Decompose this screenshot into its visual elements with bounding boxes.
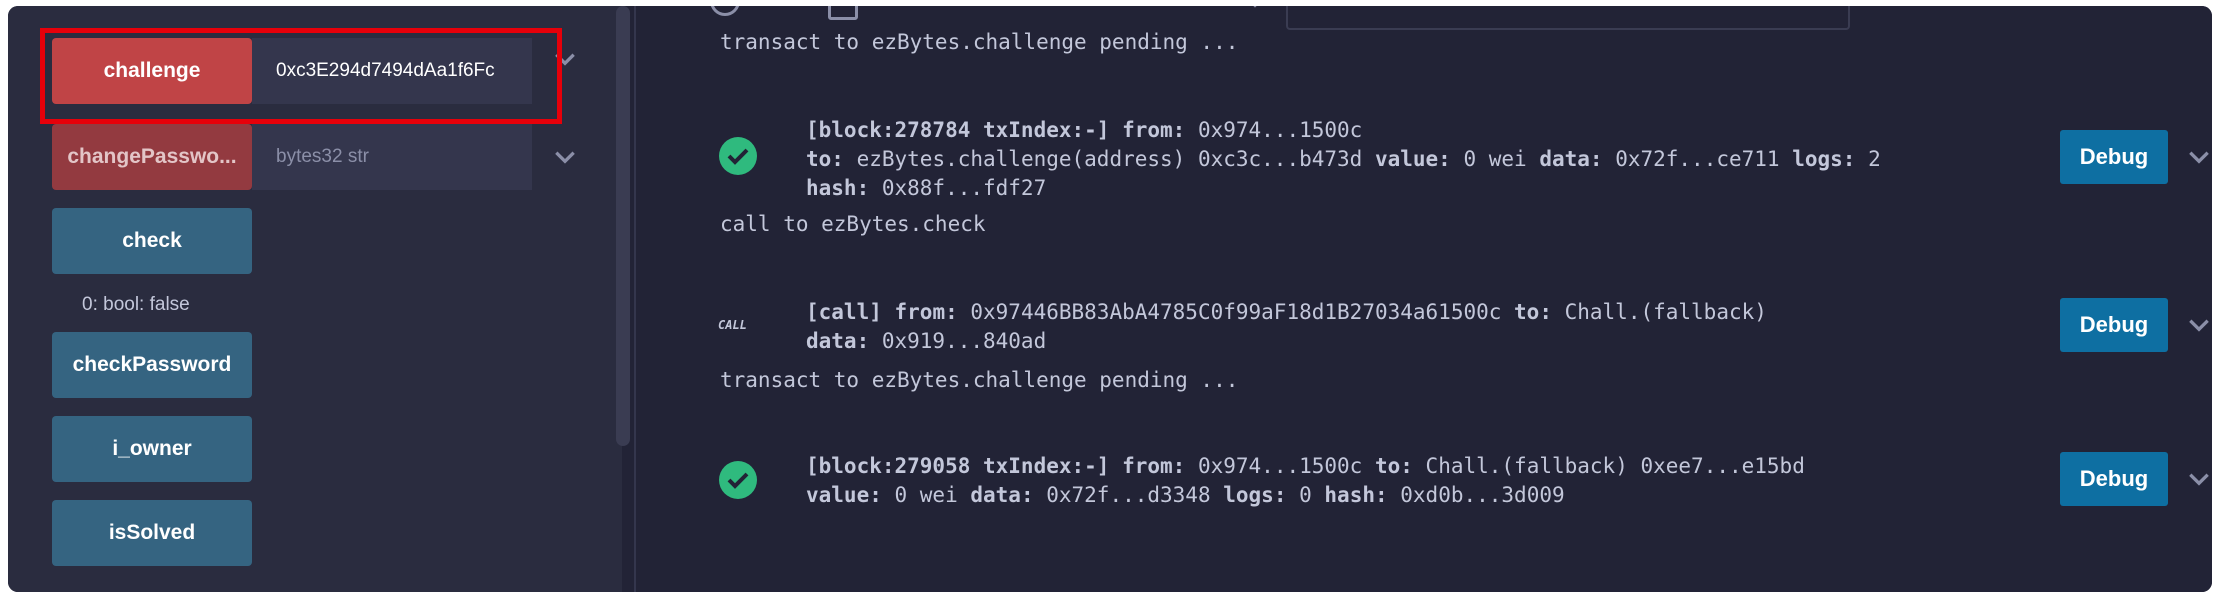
tx-detail-line: value: 0 wei data: 0x72f...d3348 logs: 0… bbox=[806, 481, 1805, 510]
tx-field-key: [block:279058 txIndex:-] bbox=[806, 454, 1110, 478]
tx-field-key: logs: bbox=[1792, 147, 1856, 171]
check-button[interactable]: check bbox=[52, 208, 252, 274]
tx-field-value: 0 wei bbox=[881, 483, 971, 507]
tx-field-key: from: bbox=[1122, 118, 1186, 142]
tx-field-key: to: bbox=[806, 147, 844, 171]
tx-field-key: from: bbox=[894, 300, 958, 324]
tx-entry-details: [block:278784 txIndex:-] from: 0x974...1… bbox=[806, 116, 1881, 203]
call-status-label: CALL bbox=[718, 318, 747, 332]
tx-field-value: 0 bbox=[1286, 483, 1325, 507]
tx-field-value: 0x88f...fdf27 bbox=[869, 176, 1047, 200]
terminal-log-line: transact to ezBytes.challenge pending ..… bbox=[720, 30, 1239, 54]
i-owner-button[interactable]: i_owner bbox=[52, 416, 252, 482]
terminal-log-line: transact to ezBytes.challenge pending ..… bbox=[720, 368, 1239, 392]
tx-detail-line: data: 0x919...840ad bbox=[806, 327, 1767, 356]
tx-field-key: data: bbox=[1539, 147, 1603, 171]
tx-detail-line: [block:278784 txIndex:-] from: 0x974...1… bbox=[806, 116, 1881, 145]
debug-button[interactable]: Debug bbox=[2060, 130, 2168, 184]
chevron-down-icon[interactable] bbox=[2186, 466, 2212, 492]
function-row-changepassword: changePasswo... bbox=[52, 124, 575, 190]
change-password-button[interactable]: changePasswo... bbox=[52, 124, 252, 190]
tx-field-value: 0x72f...ce711 bbox=[1602, 147, 1793, 171]
left-panel-scrollbar[interactable] bbox=[616, 6, 630, 446]
chevron-down-icon[interactable] bbox=[2186, 144, 2212, 170]
tx-field-value: 0x974...1500c bbox=[1185, 118, 1363, 142]
check-password-button[interactable]: checkPassword bbox=[52, 332, 252, 398]
debug-button[interactable]: Debug bbox=[2060, 452, 2168, 506]
challenge-button[interactable]: challenge bbox=[52, 38, 252, 104]
debug-button[interactable]: Debug bbox=[2060, 298, 2168, 352]
tx-detail-line: hash: 0x88f...fdf27 bbox=[806, 174, 1881, 203]
function-row-challenge: challenge bbox=[52, 38, 575, 104]
tx-field-value: ezBytes.challenge(address) 0xc3c...b473d bbox=[843, 147, 1375, 171]
challenge-address-input[interactable] bbox=[252, 38, 532, 104]
chevron-down-icon[interactable] bbox=[552, 144, 578, 170]
tx-field-value: Chall.(fallback) bbox=[1551, 300, 1767, 324]
chevron-down-icon[interactable] bbox=[1242, 6, 1268, 14]
tx-field-key: to: bbox=[1374, 454, 1413, 478]
tx-field-key: [call] bbox=[806, 300, 882, 324]
tx-field-value: Chall.(fallback) 0xee7...e15bd bbox=[1412, 454, 1805, 478]
terminal-search-input[interactable] bbox=[1286, 6, 1850, 30]
check-circle-icon bbox=[719, 137, 757, 175]
clear-terminal-icon[interactable] bbox=[710, 6, 740, 16]
check-result-text: 0: bool: false bbox=[82, 294, 190, 315]
tx-field-value: 0xd0b...3d009 bbox=[1387, 483, 1565, 507]
tx-field-key: data: bbox=[970, 483, 1034, 507]
listen-checkbox[interactable] bbox=[828, 6, 858, 20]
chevron-down-icon[interactable] bbox=[2186, 312, 2212, 338]
password-bytes32-input[interactable] bbox=[252, 124, 532, 190]
tx-field-value bbox=[882, 300, 895, 324]
tx-field-value bbox=[1109, 454, 1122, 478]
tx-field-key: [block:278784 txIndex:-] bbox=[806, 118, 1110, 142]
tx-detail-line: [block:279058 txIndex:-] from: 0x974...1… bbox=[806, 452, 1805, 481]
tx-field-key: hash: bbox=[1324, 483, 1388, 507]
chevron-down-icon[interactable] bbox=[552, 46, 578, 72]
tx-field-key: hash: bbox=[806, 176, 870, 200]
check-circle-icon bbox=[719, 461, 757, 499]
tx-field-value: 0x97446BB83AbA4785C0f99aF18d1B27034a6150… bbox=[957, 300, 1515, 324]
tx-field-value: 2 bbox=[1855, 147, 1881, 171]
terminal-panel: transact to ezBytes.challenge pending ..… bbox=[634, 6, 2212, 592]
contract-functions-panel: challenge changePasswo... check 0: bool:… bbox=[8, 6, 622, 592]
tx-detail-line: to: ezBytes.challenge(address) 0xc3c...b… bbox=[806, 145, 1881, 174]
remix-ide-frame: challenge changePasswo... check 0: bool:… bbox=[8, 6, 2212, 592]
tx-field-key: logs: bbox=[1223, 483, 1287, 507]
tx-field-key: to: bbox=[1514, 300, 1552, 324]
tx-field-value: 0x72f...d3348 bbox=[1033, 483, 1224, 507]
tx-field-key: from: bbox=[1122, 454, 1186, 478]
tx-field-key: value: bbox=[806, 483, 882, 507]
tx-field-key: value: bbox=[1374, 147, 1451, 171]
terminal-log-line: call to ezBytes.check bbox=[720, 212, 986, 236]
tx-field-value bbox=[1109, 118, 1122, 142]
tx-field-key: data: bbox=[806, 329, 870, 353]
tx-entry-details: [block:279058 txIndex:-] from: 0x974...1… bbox=[806, 452, 1805, 510]
tx-field-value: 0x974...1500c bbox=[1185, 454, 1375, 478]
tx-field-value: 0 wei bbox=[1450, 147, 1540, 171]
is-solved-button[interactable]: isSolved bbox=[52, 500, 252, 566]
tx-field-value: 0x919...840ad bbox=[869, 329, 1047, 353]
tx-detail-line: [call] from: 0x97446BB83AbA4785C0f99aF18… bbox=[806, 298, 1767, 327]
call-entry-details: [call] from: 0x97446BB83AbA4785C0f99aF18… bbox=[806, 298, 1767, 356]
